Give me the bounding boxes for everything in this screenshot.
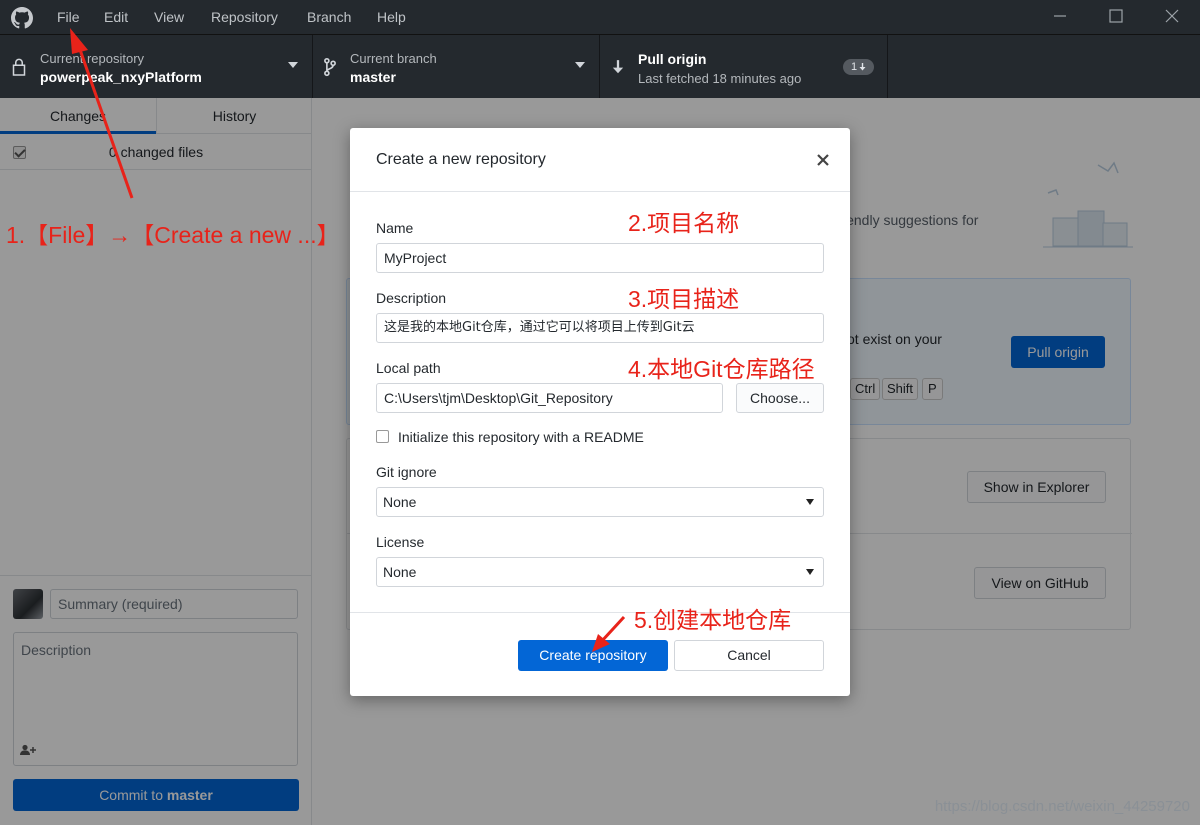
watermark: https://blog.csdn.net/weixin_44259720 (935, 798, 1190, 815)
branch-selector[interactable]: Current branch master (313, 35, 600, 98)
toolbar: Current repository powerpeak_nxyPlatform… (0, 34, 1200, 98)
annotation-step-1: 1.【File】→【Create a new ...】 (6, 216, 340, 250)
description-label: Description (376, 290, 446, 306)
readme-checkbox[interactable] (376, 430, 389, 443)
repository-name: powerpeak_nxyPlatform (40, 69, 202, 85)
gitignore-select[interactable]: None (376, 487, 824, 517)
arrow-down-icon (612, 59, 624, 75)
menu-edit[interactable]: Edit (104, 9, 128, 25)
license-select[interactable]: None (376, 557, 824, 587)
annotation-step-4: 4.本地Git仓库路径 (628, 350, 815, 384)
local-path-input[interactable]: C:\Users\tjm\Desktop\Git_Repository (376, 383, 723, 413)
menu-repository[interactable]: Repository (211, 9, 278, 25)
branch-label: Current branch (350, 51, 437, 66)
branch-name: master (350, 69, 396, 85)
repository-label: Current repository (40, 51, 144, 66)
last-fetched-text: Last fetched 18 minutes ago (638, 71, 801, 86)
local-path-label: Local path (376, 360, 441, 376)
pull-count-badge: 1 (843, 59, 874, 75)
cancel-button[interactable]: Cancel (674, 640, 824, 671)
pull-origin-title: Pull origin (638, 51, 706, 67)
menu-file[interactable]: File (57, 9, 80, 25)
chevron-down-icon (575, 62, 585, 68)
description-input[interactable]: 这是我的本地Git仓库，通过它可以将项目上传到Git云 (376, 313, 824, 343)
github-logo-icon (11, 7, 33, 29)
annotation-step-2: 2.项目名称 (628, 204, 739, 238)
title-bar: File Edit View Repository Branch Help (0, 0, 1200, 34)
arrow-down-icon (859, 63, 866, 71)
close-icon[interactable] (816, 153, 830, 167)
readme-label: Initialize this repository with a README (398, 429, 644, 445)
annotation-step-3: 3.项目描述 (628, 280, 739, 314)
choose-button[interactable]: Choose... (736, 383, 824, 413)
annotation-step-5: 5.创建本地仓库 (634, 601, 791, 635)
branch-icon (323, 57, 337, 77)
dialog-header: Create a new repository (350, 128, 850, 192)
close-window-icon[interactable] (1162, 6, 1182, 26)
dialog-title: Create a new repository (376, 151, 546, 169)
create-repository-button[interactable]: Create repository (518, 640, 668, 671)
gitignore-label: Git ignore (376, 464, 437, 480)
pull-origin-button[interactable]: Pull origin Last fetched 18 minutes ago … (600, 35, 888, 98)
lock-icon (11, 57, 27, 77)
maximize-icon[interactable] (1106, 6, 1126, 26)
menu-view[interactable]: View (154, 9, 184, 25)
repository-selector[interactable]: Current repository powerpeak_nxyPlatform (0, 35, 313, 98)
menu-branch[interactable]: Branch (307, 9, 351, 25)
pull-count: 1 (851, 61, 857, 73)
menu-help[interactable]: Help (377, 9, 406, 25)
name-label: Name (376, 220, 413, 236)
license-label: License (376, 534, 424, 550)
chevron-down-icon (288, 62, 298, 68)
name-input[interactable]: MyProject (376, 243, 824, 273)
minimize-icon[interactable] (1050, 6, 1070, 26)
